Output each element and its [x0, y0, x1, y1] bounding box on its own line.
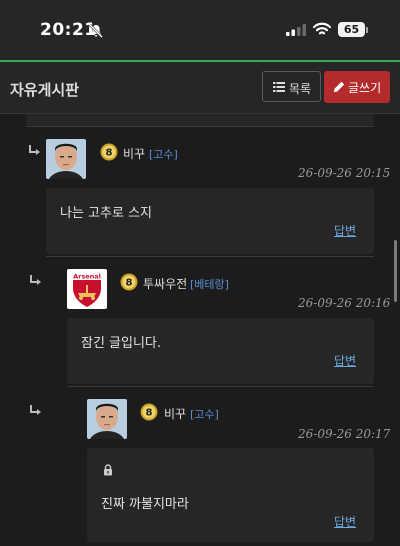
comment-nickname[interactable]: 비꾸: [164, 405, 186, 422]
list-button[interactable]: 목록: [262, 71, 321, 102]
comment-grade: [고수]: [190, 408, 219, 421]
write-button[interactable]: 글쓰기: [324, 71, 390, 103]
comment-grade: [베테랑]: [190, 278, 229, 291]
lock-icon: [104, 464, 112, 476]
battery-icon: 65: [338, 22, 368, 38]
avatar[interactable]: [46, 139, 86, 179]
svg-text:8: 8: [106, 148, 113, 159]
page-title: 자유게시판: [10, 81, 80, 99]
level-badge-icon: 8: [140, 403, 158, 421]
reply-arrow-icon: [30, 275, 41, 285]
comment-divider: [67, 386, 374, 387]
comment-divider: [26, 126, 374, 127]
battery-level: 65: [343, 23, 360, 36]
status-bar: 20:21 65: [0, 0, 400, 60]
comment-date: 26-09-26 20:15: [298, 166, 391, 180]
level-badge-icon: 8: [100, 143, 118, 161]
bell-muted-icon: [89, 24, 103, 38]
level-badge-icon: 8: [120, 273, 138, 291]
reply-link[interactable]: 답변: [334, 352, 356, 369]
comment-body: 잠긴 글입니다. 답변: [67, 318, 374, 384]
scrollbar[interactable]: [394, 240, 397, 302]
cellular-signal-icon: [286, 24, 306, 36]
svg-text:Arsenal: Arsenal: [73, 273, 101, 281]
reply-arrow-icon: [29, 145, 40, 155]
arsenal-crest-avatar[interactable]: Arsenal: [67, 269, 107, 309]
list-button-label: 목록: [289, 82, 312, 96]
comment-nickname[interactable]: 투싸우전: [143, 275, 187, 292]
svg-text:8: 8: [146, 408, 153, 419]
comment-body: 나는 고추로 스지 답변: [46, 188, 374, 254]
avatar[interactable]: [87, 399, 127, 439]
comment-text: 잠긴 글입니다.: [81, 336, 162, 351]
write-button-label: 글쓰기: [348, 81, 382, 95]
comment-text: 나는 고추로 스지: [60, 206, 152, 221]
comment-date: 26-09-26 20:16: [298, 296, 391, 310]
list-icon: [273, 82, 285, 92]
comment-date: 26-09-26 20:17: [298, 427, 391, 441]
svg-text:8: 8: [126, 278, 133, 289]
previous-comment-fragment: [26, 114, 374, 126]
comment-text: 진짜 까불지마라: [101, 497, 189, 512]
reply-link[interactable]: 답변: [334, 513, 356, 530]
wifi-icon: [313, 22, 331, 35]
pencil-icon: [333, 81, 345, 93]
comment-grade: [고수]: [149, 148, 178, 161]
comment-nickname[interactable]: 비꾸: [123, 145, 145, 162]
board-header: 자유게시판 목록 글쓰기: [0, 62, 400, 114]
reply-arrow-icon: [30, 405, 41, 415]
comment-body: 진짜 까불지마라 답변: [87, 448, 374, 542]
comment-divider: [46, 256, 374, 257]
reply-link[interactable]: 답변: [334, 222, 356, 239]
